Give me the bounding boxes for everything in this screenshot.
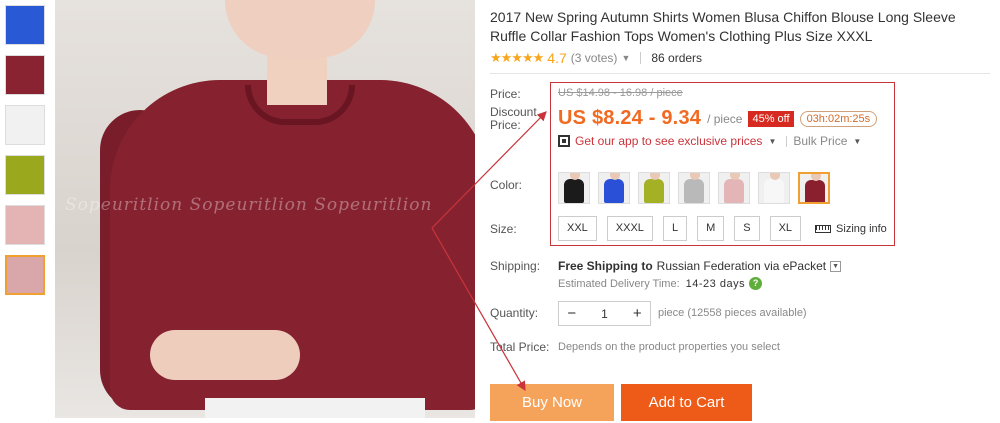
rating-value: 4.7 [547,50,567,66]
size-option[interactable]: M [697,216,725,241]
star-rating-icon: ★★★★★ [490,50,544,65]
color-option-pink[interactable] [718,172,750,204]
color-option-white[interactable] [758,172,790,204]
buy-now-button[interactable]: Buy Now [490,384,614,421]
delivery-label: Estimated Delivery Time: [558,277,680,290]
orders-count: 86 orders [651,51,703,65]
thumbnail-swatch [7,257,43,293]
discount-price-label: Discount Price: [490,105,537,132]
ruler-icon [815,224,832,233]
color-shirt [644,179,664,203]
image-skirt [205,398,425,418]
quantity-stepper: − + [558,301,651,326]
quantity-label: Quantity: [490,306,539,320]
thumbnail-0[interactable] [5,5,45,45]
total-price-note: Depends on the product properties you se… [558,341,780,353]
color-options [558,172,838,204]
color-shirt [724,179,744,203]
color-option-black[interactable] [558,172,590,204]
color-shirt [684,179,704,203]
rating-row: ★★★★★ 4.7 (3 votes) ▼ 86 orders [490,50,702,66]
divider [786,135,788,147]
chevron-down-icon[interactable]: ▼ [830,260,842,272]
discount-badge: 45% off [748,110,794,127]
color-option-olive[interactable] [638,172,670,204]
thumbnail-strip [5,5,49,305]
thumbnail-5[interactable] [5,255,45,295]
chevron-down-icon[interactable]: ▼ [853,137,861,146]
color-option-blue[interactable] [598,172,630,204]
original-price: US $14.98 - 16.98 / piece [558,87,683,99]
sizing-info-label: Sizing info [836,222,887,235]
image-watermark: Sopeuritlion Sopeuritlion Sopeuritlion [65,195,433,215]
price-unit: / piece [707,111,743,126]
color-option-gray[interactable] [678,172,710,204]
delivery-info: Estimated Delivery Time: 14-23 days ? [558,277,763,290]
quantity-increase-button[interactable]: + [624,302,650,325]
color-shirt [604,179,624,203]
app-promo-link[interactable]: Get our app to see exclusive prices [575,134,762,148]
add-to-cart-button[interactable]: Add to Cart [621,384,752,421]
shipping-label: Shipping: [490,259,541,273]
thumbnail-swatch [6,206,44,244]
chevron-down-icon[interactable]: ▼ [621,53,630,63]
help-icon[interactable]: ? [749,277,763,290]
votes-link[interactable]: (3 votes) [571,51,618,65]
thumbnail-3[interactable] [5,155,45,195]
size-label: Size: [490,222,517,236]
thumbnail-2[interactable] [5,105,45,145]
size-options: XXL XXXL L M S XL Sizing info [558,216,887,241]
total-price-label: Total Price: [490,340,550,354]
color-option-wine-red[interactable] [798,172,830,204]
thumbnail-swatch [6,156,44,194]
color-shirt [805,180,825,202]
color-shirt [764,179,784,203]
color-shirt [564,179,584,203]
shipping-info: Free Shipping to Russian Federation via … [558,259,842,273]
thumbnail-1[interactable] [5,55,45,95]
shipping-free: Free Shipping to [558,259,653,273]
color-label: Color: [490,178,523,192]
shipping-destination: Russian Federation via ePacket [656,259,827,273]
app-promo-row: Get our app to see exclusive prices ▼ Bu… [558,134,861,148]
divider [640,52,642,64]
size-option[interactable]: L [662,216,688,241]
bulk-price-link[interactable]: Bulk Price [793,134,847,148]
thumbnail-4[interactable] [5,205,45,245]
countdown-timer: 03h:02m:25s [799,110,878,127]
size-option[interactable]: XXXL [606,216,653,241]
main-product-image: Sopeuritlion Sopeuritlion Sopeuritlion [55,0,475,418]
product-title: 2017 New Spring Autumn Shirts Women Blus… [490,9,956,44]
discount-price: US $8.24 - 9.34 [558,107,702,129]
thumbnail-swatch [6,6,44,44]
price-label: Price: [490,87,521,101]
thumbnail-swatch [6,106,44,144]
size-option[interactable]: S [734,216,760,241]
size-option[interactable]: XL [769,216,802,241]
thumbnail-swatch [6,56,44,94]
quantity-input[interactable] [584,306,625,321]
delivery-days: 14-23 days [685,277,746,290]
size-option[interactable]: XXL [558,216,597,241]
quantity-availability: piece (12558 pieces available) [658,307,807,319]
divider [490,73,990,74]
discount-price-row: US $8.24 - 9.34 / piece 45% off 03h:02m:… [558,107,878,130]
quantity-decrease-button[interactable]: − [559,302,585,325]
image-hands [150,330,300,380]
chevron-down-icon[interactable]: ▼ [768,137,776,146]
sizing-info-link[interactable]: Sizing info [815,223,887,235]
qr-code-icon [558,135,570,147]
